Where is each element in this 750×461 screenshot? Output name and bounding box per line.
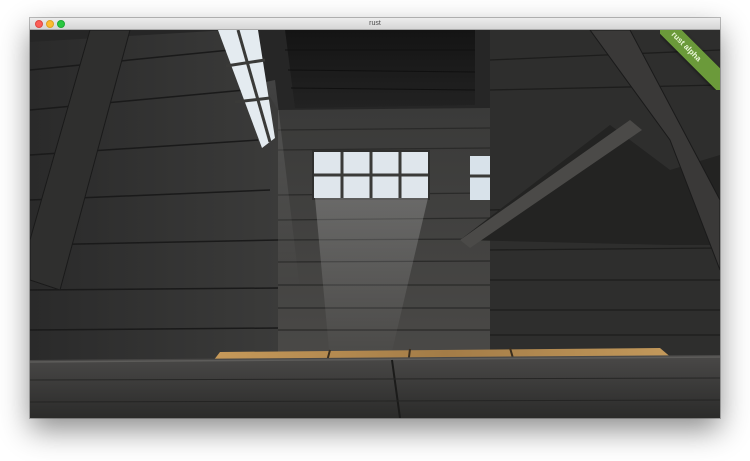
version-ribbon: rust alpha xyxy=(660,30,720,90)
title-bar[interactable]: rust xyxy=(30,18,720,30)
back-window xyxy=(312,150,430,200)
game-scene xyxy=(30,30,720,418)
game-viewport[interactable]: rust alpha xyxy=(30,30,720,418)
window-title: rust xyxy=(369,20,381,27)
version-badge: rust alpha xyxy=(660,30,720,90)
ceiling xyxy=(285,30,475,108)
foreground-ledge xyxy=(30,355,720,418)
game-window: rust rust alpha xyxy=(30,18,720,418)
